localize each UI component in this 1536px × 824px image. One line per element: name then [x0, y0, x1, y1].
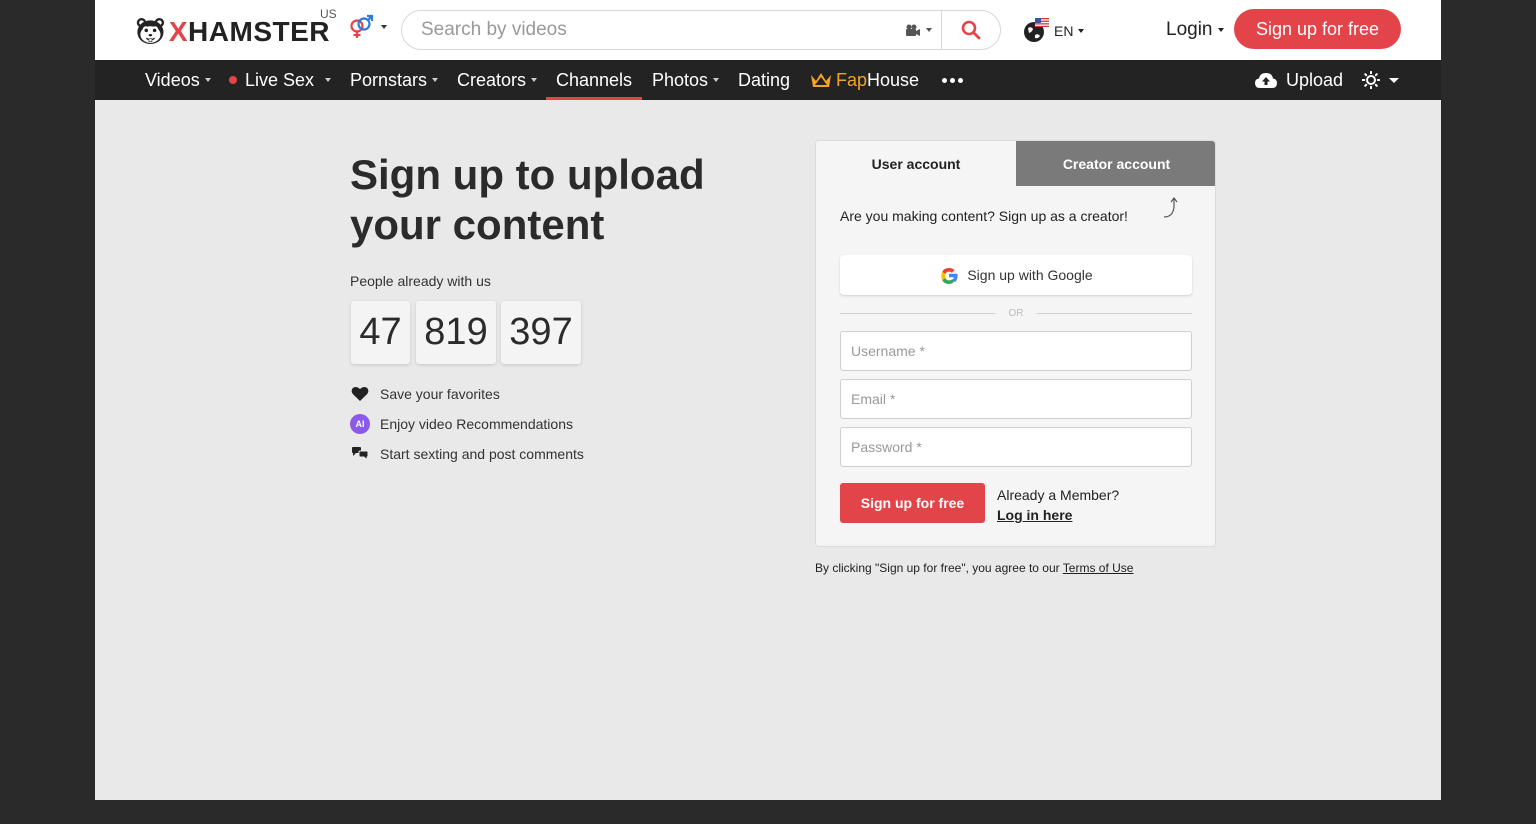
chevron-down-icon: [432, 78, 439, 82]
nav-item-videos[interactable]: Videos: [145, 60, 211, 100]
nav-item-label: Channels: [556, 69, 633, 90]
nav-item-pornstars[interactable]: Pornstars: [350, 60, 439, 100]
language-selector[interactable]: EN: [1023, 18, 1085, 44]
orientation-selector[interactable]: [347, 14, 387, 40]
nav-item-faphouse[interactable]: FapHouse: [810, 60, 919, 100]
ai-badge: AI: [350, 414, 370, 434]
nav-item-label: Videos: [145, 69, 200, 90]
chevron-down-icon: [1078, 29, 1085, 33]
page: XHAMSTER US Search by videos EN Login Si…: [95, 0, 1441, 800]
feature-recommendations: AI Enjoy video Recommendations: [350, 414, 573, 434]
google-signup-button[interactable]: Sign up with Google: [840, 255, 1192, 295]
gender-icon: [350, 14, 374, 38]
nav-item-photos[interactable]: Photos: [652, 60, 720, 100]
page-title: Sign up to upload your content: [350, 151, 705, 248]
chevron-down-icon: [713, 78, 720, 82]
cloud-upload-icon: [1255, 73, 1277, 88]
site-logo[interactable]: XHAMSTER: [135, 6, 330, 56]
video-camera-icon: [906, 24, 920, 36]
site-header: XHAMSTER US Search by videos EN Login Si…: [95, 0, 1441, 60]
email-field[interactable]: [841, 380, 1191, 418]
counter-digit-group: 47: [351, 301, 410, 364]
crown-icon: [811, 73, 831, 87]
email-field-wrap: [840, 379, 1192, 419]
main-nav: Videos Live Sex Pornstars Creators Chann…: [95, 60, 1441, 100]
faphouse-suffix: House: [867, 69, 920, 90]
feature-comments: Start sexting and post comments: [350, 444, 584, 464]
nav-item-live-sex[interactable]: Live Sex: [229, 60, 332, 100]
sun-icon: [1362, 71, 1380, 89]
search-button[interactable]: [942, 11, 1000, 49]
or-label: OR: [1008, 308, 1024, 319]
region-label: US: [320, 7, 337, 21]
member-prompt: Already a Member? Log in here: [997, 485, 1119, 525]
feature-label: Save your favorites: [380, 386, 500, 402]
nav-item-channels[interactable]: Channels: [545, 60, 643, 100]
terms-link[interactable]: Terms of Use: [1063, 561, 1134, 575]
password-field[interactable]: [841, 428, 1191, 466]
people-count-label: People already with us: [350, 273, 491, 289]
faphouse-prefix: Fap: [836, 69, 868, 90]
search-input[interactable]: [402, 11, 892, 49]
theme-toggle[interactable]: [1362, 60, 1399, 100]
nav-item-label: Pornstars: [350, 69, 428, 90]
language-code: EN: [1054, 23, 1074, 39]
creator-hint: Are you making content? Sign up as a cre…: [840, 208, 1128, 224]
hamster-logo-icon: [136, 17, 165, 45]
nav-item-label: Dating: [738, 69, 791, 90]
feature-label: Start sexting and post comments: [380, 446, 584, 462]
terms-notice: By clicking "Sign up for free", you agre…: [815, 561, 1133, 575]
search-icon: [961, 20, 981, 40]
live-dot-icon: [229, 76, 237, 84]
login-button[interactable]: Login: [1166, 19, 1224, 41]
username-field-wrap: [840, 331, 1192, 371]
chevron-down-icon: [381, 25, 387, 29]
password-field-wrap: [840, 427, 1192, 467]
nav-item-creators[interactable]: Creators: [457, 60, 538, 100]
nav-item-dating[interactable]: Dating: [738, 60, 790, 100]
upload-label: Upload: [1286, 69, 1344, 90]
signup-button[interactable]: Sign up for free: [1234, 9, 1401, 49]
curved-arrow-icon: [1163, 197, 1178, 218]
logo-wordmark: XHAMSTER: [168, 16, 330, 47]
signup-form-card: User account Creator account Are you mak…: [815, 140, 1216, 547]
chevron-down-icon: [1217, 28, 1224, 32]
heart-icon: [350, 384, 370, 404]
google-signup-label: Sign up with Google: [967, 267, 1093, 283]
or-divider: OR: [840, 307, 1192, 321]
terms-text: By clicking "Sign up for free", you agre…: [815, 561, 1060, 575]
ai-icon: AI: [350, 414, 370, 434]
username-field[interactable]: [841, 332, 1191, 370]
feature-label: Enjoy video Recommendations: [380, 416, 573, 432]
chevron-down-icon: [204, 78, 211, 82]
chevron-down-icon: [325, 78, 332, 82]
login-label: Login: [1166, 19, 1213, 40]
chat-icon: [350, 444, 370, 464]
chevron-down-icon: [531, 78, 538, 82]
chevron-down-icon: [926, 28, 932, 32]
more-menu-icon[interactable]: [942, 78, 963, 83]
signup-submit-button[interactable]: Sign up for free: [840, 483, 985, 523]
counter-digit-group: 819: [416, 301, 496, 364]
nav-item-label: Live Sex: [245, 69, 315, 90]
chevron-down-icon: [1389, 77, 1399, 83]
nav-item-label: Creators: [457, 69, 527, 90]
globe-flag-icon: [1024, 18, 1049, 42]
tab-user-account[interactable]: User account: [816, 141, 1016, 186]
tab-creator-account[interactable]: Creator account: [1016, 141, 1215, 186]
counter-digit-group: 397: [501, 301, 581, 364]
search-type-selector[interactable]: [896, 11, 942, 49]
login-link[interactable]: Log in here: [997, 505, 1119, 525]
google-icon: [941, 268, 958, 284]
search-bar: [401, 10, 1001, 50]
member-text: Already a Member?: [997, 487, 1120, 503]
nav-item-label: Photos: [652, 69, 709, 90]
feature-favorites: Save your favorites: [350, 384, 500, 404]
upload-button[interactable]: Upload: [1254, 60, 1343, 100]
